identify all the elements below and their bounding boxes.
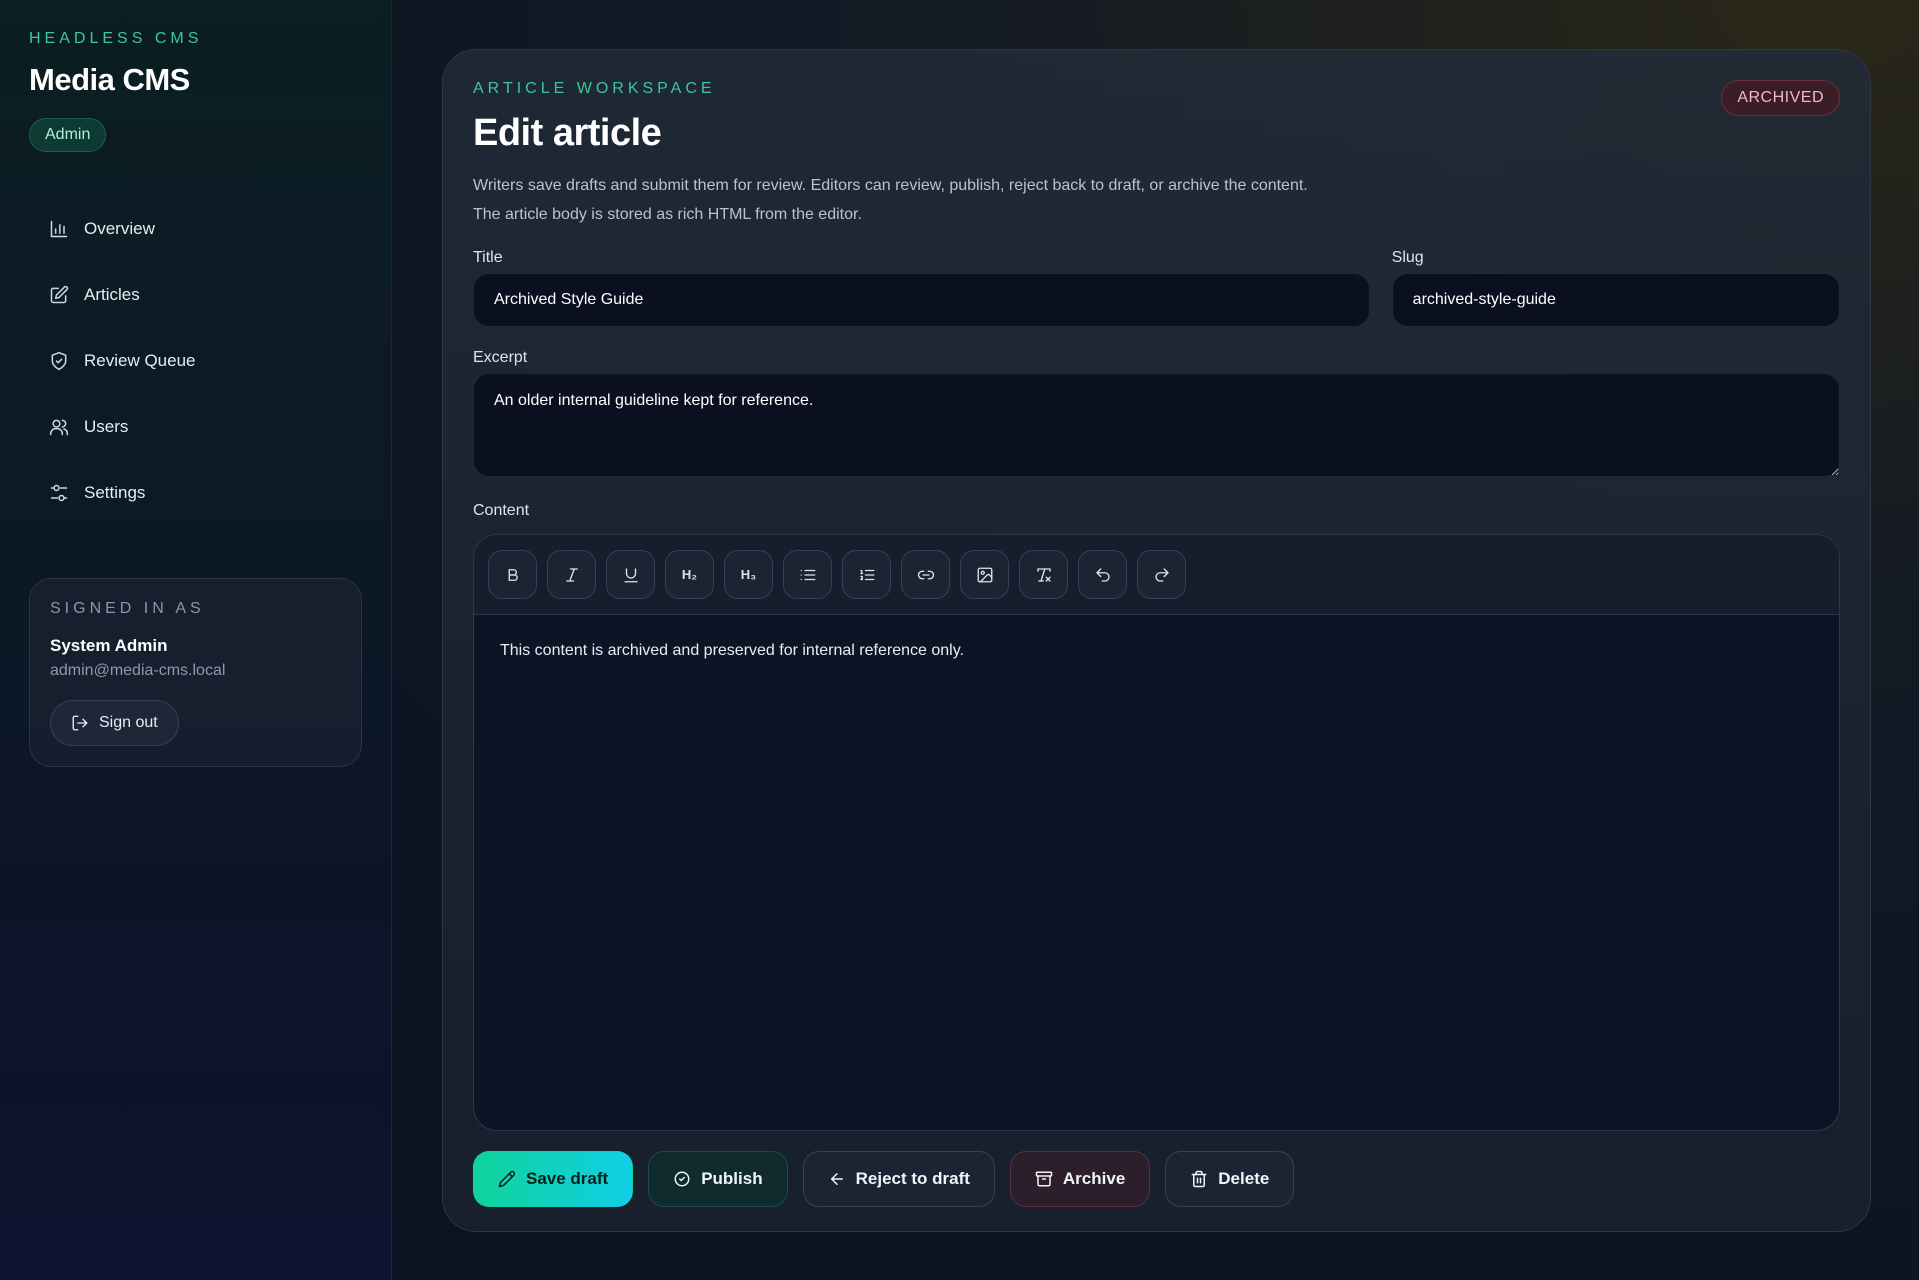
slug-field-group: Slug (1391, 249, 1840, 327)
arrow-left-icon (830, 1173, 843, 1185)
action-bar: Save draft Publish Reject to draft Archi… (473, 1151, 1840, 1207)
image-icon (977, 567, 992, 582)
archive-button[interactable]: Archive (1009, 1151, 1151, 1207)
sign-out-button[interactable]: Sign out (50, 700, 179, 746)
title-field-group: Title (473, 249, 1370, 327)
undo-icon (1095, 567, 1110, 582)
sidebar: HEADLESS CMS Media CMS Admin Overview Ar… (0, 0, 392, 1280)
slug-label: Slug (1391, 249, 1424, 266)
status-badge: ARCHIVED (1721, 80, 1840, 116)
pencil-icon (498, 1170, 516, 1188)
sidebar-eyebrow: HEADLESS CMS (29, 30, 203, 47)
sidebar-item-settings[interactable]: Settings (29, 460, 362, 526)
excerpt-field-group: Excerpt An older internal guideline kept… (473, 349, 1840, 482)
check-circle-icon (674, 1171, 690, 1187)
log-out-icon (72, 715, 88, 731)
heading-3-icon: H₃ (740, 567, 757, 582)
sidebar-item-users[interactable]: Users (29, 394, 362, 460)
heading-3-button[interactable]: H₃ (724, 550, 773, 599)
image-button[interactable] (960, 550, 1009, 599)
page-description: Writers save drafts and submit them for … (473, 177, 1308, 223)
sliders-icon (50, 484, 68, 502)
role-badge: Admin (29, 118, 107, 152)
sign-out-label: Sign out (99, 714, 158, 731)
brand-title: Media CMS (29, 62, 190, 97)
title-slug-row: Title Slug (473, 249, 1840, 327)
undo-button[interactable] (1078, 550, 1127, 599)
page-title: Edit article (473, 112, 662, 154)
link-icon (917, 570, 934, 579)
italic-icon (565, 567, 578, 582)
sidebar-item-label: Overview (84, 219, 155, 238)
excerpt-label: Excerpt (473, 349, 528, 366)
title-label: Title (473, 249, 503, 266)
archive-label: Archive (1062, 1169, 1126, 1188)
ordered-list-icon (859, 569, 874, 580)
slug-input[interactable] (1391, 273, 1840, 327)
bullet-list-icon (800, 569, 815, 580)
user-card-eyebrow: SIGNED IN AS (50, 600, 205, 617)
rich-text-editor: H₂ H₃ This content is archived and prese… (473, 534, 1840, 1131)
sidebar-item-label: Review Queue (84, 351, 196, 370)
delete-button[interactable]: Delete (1165, 1151, 1295, 1207)
sidebar-nav: Overview Articles Review Queue Users Set… (29, 196, 362, 526)
ordered-list-button[interactable] (842, 550, 891, 599)
sidebar-item-label: Articles (84, 285, 140, 304)
bullet-list-button[interactable] (783, 550, 832, 599)
sidebar-item-review-queue[interactable]: Review Queue (29, 328, 362, 394)
heading-2-icon: H₂ (681, 567, 698, 582)
publish-label: Publish (701, 1169, 763, 1188)
redo-button[interactable] (1137, 550, 1186, 599)
heading-2-button[interactable]: H₂ (665, 550, 714, 599)
user-email: admin@media-cms.local (50, 662, 226, 679)
bold-button[interactable] (488, 550, 537, 599)
publish-button[interactable]: Publish (648, 1151, 788, 1207)
sidebar-item-articles[interactable]: Articles (29, 262, 362, 328)
user-name: System Admin (50, 636, 168, 655)
bold-icon (508, 568, 518, 581)
content-label: Content (473, 502, 530, 519)
sidebar-item-overview[interactable]: Overview (29, 196, 362, 262)
underline-button[interactable] (606, 550, 655, 599)
user-card: SIGNED IN AS System Admin admin@media-cm… (29, 578, 362, 767)
sidebar-item-label: Users (84, 417, 129, 436)
edit-icon (50, 285, 69, 304)
reject-to-draft-button[interactable]: Reject to draft (802, 1151, 995, 1207)
reject-to-draft-label: Reject to draft (855, 1169, 970, 1188)
editor-content[interactable]: This content is archived and preserved f… (474, 615, 1839, 687)
link-button[interactable] (901, 550, 950, 599)
bar-chart-icon (50, 220, 68, 238)
article-editor-card: ARTICLE WORKSPACE ARCHIVED Edit article … (442, 49, 1871, 1232)
editor-toolbar: H₂ H₃ (474, 535, 1839, 615)
save-draft-label: Save draft (526, 1169, 609, 1188)
excerpt-textarea[interactable]: An older internal guideline kept for ref… (473, 373, 1840, 477)
save-draft-button[interactable]: Save draft (473, 1151, 634, 1207)
sidebar-item-label: Settings (84, 483, 146, 502)
underline-icon (623, 567, 638, 582)
shield-check-icon (51, 351, 67, 371)
clear-format-icon (1036, 567, 1051, 582)
clear-format-button[interactable] (1019, 550, 1068, 599)
title-input[interactable] (473, 273, 1370, 327)
italic-button[interactable] (547, 550, 596, 599)
delete-label: Delete (1218, 1169, 1270, 1188)
redo-icon (1154, 567, 1169, 582)
content-field-group: Content H₂ H₃ This content is archived a… (473, 502, 1840, 1131)
users-icon (49, 419, 69, 436)
archive-icon (1035, 1171, 1053, 1187)
trash-icon (1191, 1170, 1207, 1188)
workspace-eyebrow: ARTICLE WORKSPACE (473, 80, 716, 97)
